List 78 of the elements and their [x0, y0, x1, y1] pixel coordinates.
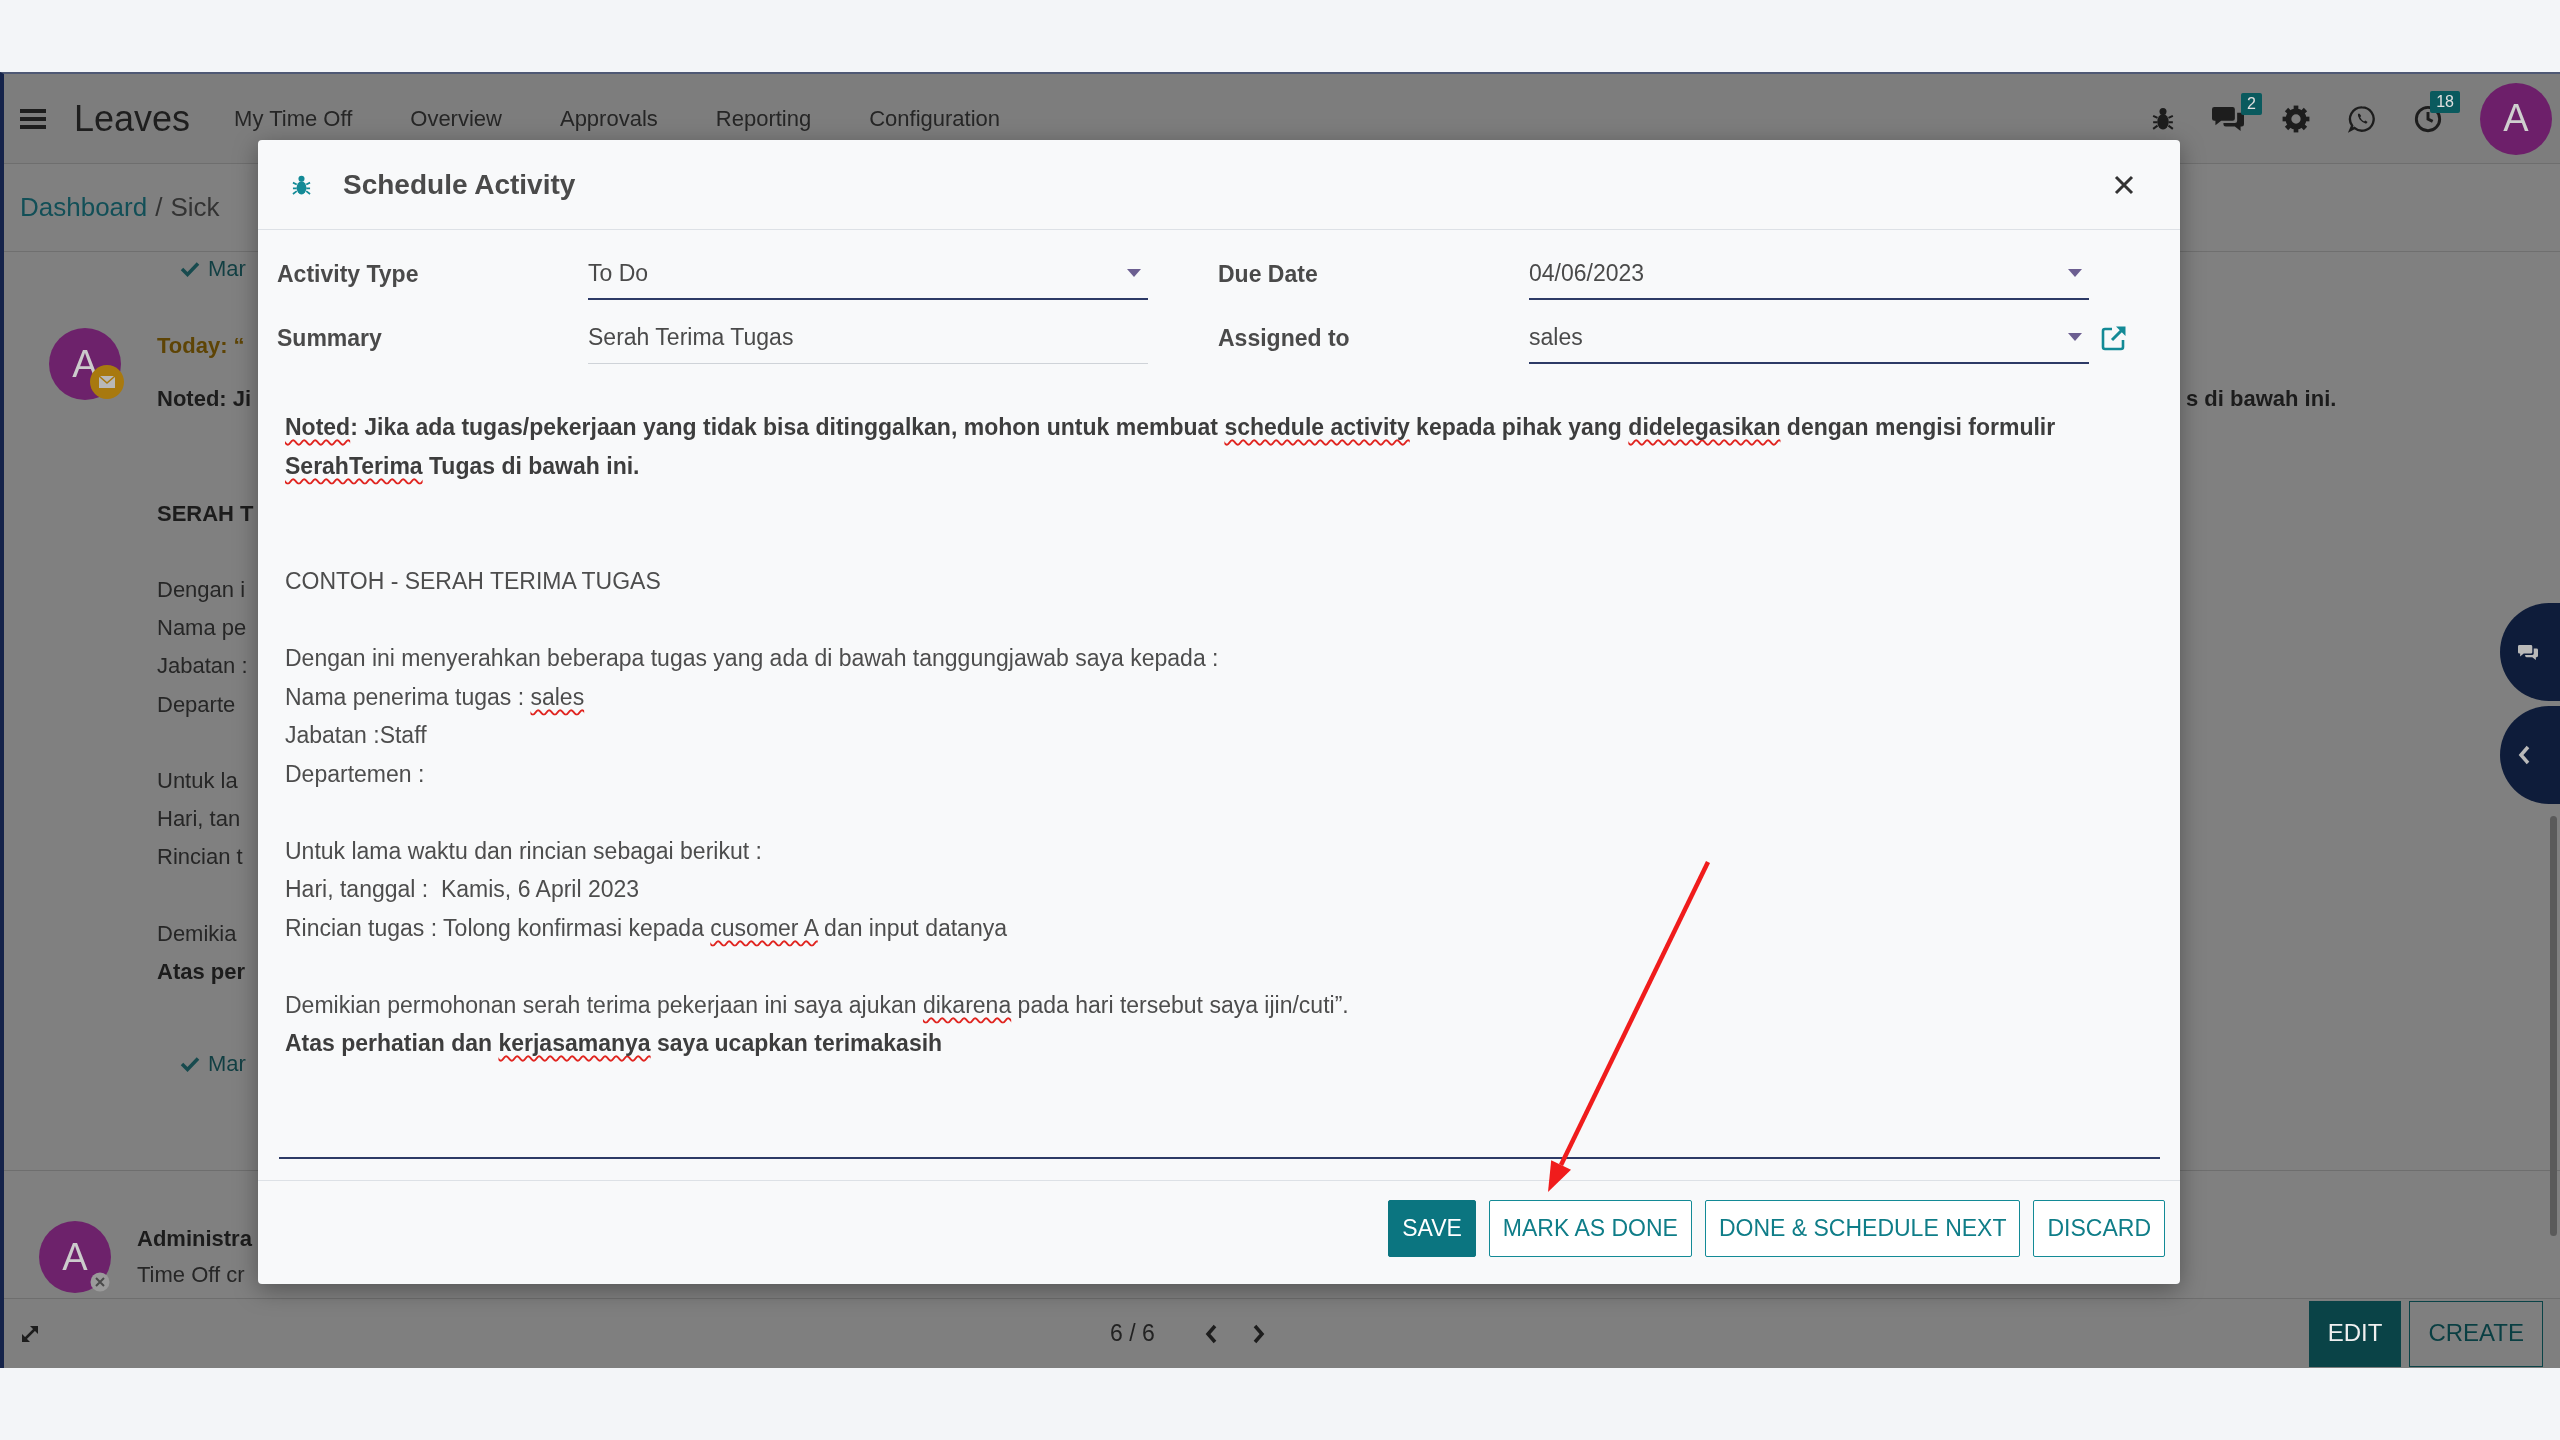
- caret-icon[interactable]: [2068, 269, 2082, 277]
- settings-icon[interactable]: [2282, 104, 2310, 133]
- note-line: Jabatan :Staff: [285, 721, 427, 750]
- close-icon[interactable]: [2114, 174, 2134, 195]
- action-button[interactable]: CREATE: [2409, 1300, 2543, 1367]
- expand-icon[interactable]: [20, 1323, 40, 1344]
- note-line: Hari, tanggal : Kamis, 6 April 2023: [285, 875, 640, 904]
- notification-badge: 2: [2241, 92, 2262, 115]
- app-title: Leaves: [74, 96, 191, 141]
- bug-icon: [292, 174, 311, 195]
- dropdown-field[interactable]: 04/06/2023: [1529, 248, 2089, 300]
- menu-link[interactable]: My Time Off: [234, 102, 353, 135]
- scrollbar-thumb[interactable]: [2550, 816, 2557, 1236]
- chevron-right-icon[interactable]: [1252, 1323, 1265, 1344]
- note-line: SERAH T: [157, 499, 254, 528]
- note-line: CONTOH - SERAH TERIMA TUGAS: [285, 567, 661, 596]
- action-button[interactable]: EDIT: [2308, 1300, 2402, 1367]
- caret-icon[interactable]: [2068, 333, 2082, 341]
- note-line: Jabatan :: [157, 652, 248, 681]
- note-paragraph: Noted: Jika ada tugas/pekerjaan yang tidak bisa ditinggalkan, mohon untuk membuat schedule activity kepada pihak yang didelegasikan dengan mengisi formulir SerahTerima Tugas di bawah ini.: [285, 413, 2057, 481]
- check-icon: [180, 261, 200, 277]
- note-line: Noted: Ji: [157, 385, 252, 413]
- dialog-button[interactable]: MARK AS DONE: [1488, 1200, 1692, 1257]
- dialog-button[interactable]: SAVE: [1388, 1200, 1476, 1257]
- note-line: Dengan ini menyerahkan beberapa tugas yang ada di bawah tanggungjawab saya kepada :: [285, 644, 1219, 673]
- side-tab-button[interactable]: [2500, 603, 2560, 701]
- mark-done-link[interactable]: Mar: [180, 1053, 246, 1076]
- message-text: Time Off cr: [137, 1261, 245, 1290]
- dialog-button[interactable]: DISCARD: [2033, 1200, 2165, 1257]
- chat-icon: [2518, 644, 2538, 660]
- note-line: Departe: [157, 690, 236, 719]
- activity-due-label: Today: “: [157, 332, 245, 360]
- side-tab-button[interactable]: [2500, 706, 2560, 804]
- note-line: Nama penerima tugas : sales: [285, 682, 585, 712]
- note-line: Demikia: [157, 919, 237, 948]
- note-line: Rincian t: [157, 843, 243, 872]
- dropdown-field[interactable]: To Do: [588, 248, 1148, 300]
- menu-link[interactable]: Approvals: [559, 102, 658, 135]
- note-line: Rincian tugas : Tolong konfirmasi kepada cusomer A dan input datanya: [285, 913, 1007, 943]
- note-line: s di bawah ini.: [2186, 385, 2337, 413]
- note-line: Departemen :: [285, 759, 425, 789]
- field-label: Assigned to: [1218, 323, 1350, 353]
- chevron-left-icon[interactable]: [1204, 1323, 1217, 1344]
- note-line: Dengan i: [157, 576, 246, 604]
- caret-icon[interactable]: [1127, 269, 1141, 277]
- note-line: Untuk lama waktu dan rincian sebagai berikut :: [285, 836, 762, 866]
- text-field[interactable]: Serah Terima Tugas: [588, 312, 1148, 364]
- note-line: Atas per: [157, 958, 246, 986]
- note-line: Demikian permohonan serah terima pekerjaan ini saya ajukan dikarena pada hari tersebut saya ijin/cuti”.: [285, 990, 1349, 1020]
- mark-done-link[interactable]: Mar: [180, 258, 246, 280]
- note-line: Hari, tan: [157, 805, 241, 834]
- check-icon: [180, 1056, 200, 1073]
- notification-badge: 18: [2430, 90, 2460, 113]
- field-label: Due Date: [1218, 259, 1318, 289]
- user-avatar: A: [39, 1221, 111, 1294]
- dropdown-field[interactable]: sales: [1529, 312, 2089, 364]
- dialog-title: Schedule Activity: [343, 167, 576, 202]
- pager-value[interactable]: 6 / 6: [1110, 1316, 1155, 1351]
- chat-icon[interactable]: [2212, 106, 2244, 131]
- menu-icon[interactable]: [20, 108, 46, 129]
- menu-link[interactable]: Reporting: [715, 102, 812, 135]
- cross-icon: [90, 1272, 110, 1293]
- note-line: Untuk la: [157, 767, 238, 795]
- dialog-button[interactable]: DONE & SCHEDULE NEXT: [1704, 1200, 2021, 1257]
- note-line: Atas perhatian dan kerjasamanya saya ucapkan terimakasih: [285, 1029, 943, 1058]
- chevron-left-icon: [2518, 745, 2530, 765]
- bug-icon[interactable]: [2152, 107, 2174, 130]
- breadcrumb-separator: /: [155, 191, 163, 224]
- note-line: Nama pe: [157, 614, 247, 643]
- field-label: Activity Type: [277, 259, 419, 289]
- phone-chat-icon[interactable]: [2348, 104, 2376, 133]
- menu-link[interactable]: Configuration: [869, 102, 1001, 135]
- user-avatar[interactable]: A: [2480, 82, 2552, 155]
- external-link-icon[interactable]: [2101, 325, 2127, 351]
- message-author: Administra: [137, 1225, 252, 1254]
- menu-link[interactable]: Overview: [410, 102, 502, 135]
- field-label: Summary: [277, 323, 382, 353]
- breadcrumb-current: Sick: [170, 191, 220, 224]
